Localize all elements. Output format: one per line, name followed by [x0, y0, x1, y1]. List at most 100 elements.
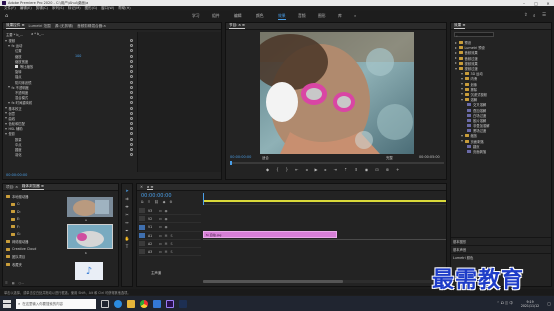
expand-triangle-icon[interactable] [461, 134, 463, 137]
track-header[interactable]: A1 ⊡ M S [139, 232, 201, 240]
mute-icon[interactable]: M [165, 250, 168, 254]
expand-triangle-icon[interactable] [8, 44, 10, 47]
program-timecode[interactable]: 00:00:00:00 [230, 155, 251, 159]
solo-icon[interactable]: S [170, 234, 172, 238]
program-scrubber[interactable] [230, 161, 444, 165]
reset-icon[interactable] [130, 49, 133, 53]
export-frame-icon[interactable]: ◉ [365, 167, 369, 172]
add-marker-timeline-icon[interactable]: ◆ [163, 200, 166, 204]
expand-triangle-icon[interactable] [461, 140, 463, 143]
workspace-libraries[interactable]: 库 [338, 13, 342, 19]
media-tree-item[interactable]: F: [5, 223, 55, 231]
go-to-in-icon[interactable]: ⇤ [295, 167, 298, 172]
reset-icon[interactable] [130, 127, 133, 131]
tray-icons[interactable]: ⌃ ☊ ◫ 中 [497, 301, 513, 306]
button-editor-icon[interactable]: + [396, 167, 399, 172]
expand-triangle-icon[interactable] [455, 57, 457, 60]
track-select-tool-icon[interactable]: ⇉ [124, 195, 130, 201]
tab-effects[interactable]: 效果 ≡ [454, 23, 466, 29]
workspace-more-icon[interactable]: » [354, 13, 356, 18]
step-back-icon[interactable]: ◂ [306, 167, 308, 172]
source-clip-label[interactable]: 主要 * b_... [6, 32, 23, 37]
track-target-toggle[interactable] [139, 216, 145, 221]
timeline-scrollbar[interactable] [203, 280, 446, 283]
lift-icon[interactable]: ⇡ [344, 167, 347, 172]
lock-icon[interactable]: ⊡ [159, 242, 162, 246]
lock-icon[interactable]: ⊡ [159, 234, 162, 238]
taskbar-search-input[interactable]: ⌕ 在这里输入你要搜索的内容 [16, 298, 96, 309]
minimize-button[interactable]: – [518, 1, 530, 6]
timeline-settings-icon[interactable]: ⚙ [169, 200, 172, 204]
reset-icon[interactable] [130, 59, 133, 63]
search-icon[interactable]: ⌕ [533, 13, 536, 19]
workspace-editing[interactable]: 编辑 [234, 13, 242, 19]
expand-triangle-icon[interactable] [455, 62, 457, 65]
program-fit-select[interactable]: 适合 [262, 155, 269, 160]
reset-icon[interactable] [130, 54, 133, 58]
media-thumbnail-3[interactable]: ♪ [75, 262, 103, 280]
tab-effect-controls[interactable]: 效果控件 ≡ [6, 23, 25, 29]
reset-icon[interactable] [130, 85, 133, 89]
expand-triangle-icon[interactable] [455, 41, 457, 44]
reset-icon[interactable] [130, 137, 133, 141]
mute-icon[interactable]: M [165, 242, 168, 246]
reset-icon[interactable] [130, 122, 133, 126]
tab-audio-mixer[interactable]: 音频剪辑混合器:a [77, 24, 106, 29]
media-encoder-icon[interactable] [179, 299, 187, 308]
type-tool-icon[interactable]: T [124, 243, 130, 249]
track-target-toggle[interactable] [139, 249, 145, 254]
sequence-clip-label[interactable]: a * b_... [31, 32, 44, 37]
compare-icon[interactable]: ⊡ [375, 167, 378, 172]
timeline-timecode[interactable]: 00:00:00:00 [141, 193, 172, 199]
reset-icon[interactable] [130, 132, 133, 136]
nest-icon[interactable]: ⧉ [141, 200, 144, 204]
slip-tool-icon[interactable]: ↔ [124, 219, 130, 225]
solo-icon[interactable]: S [170, 242, 172, 246]
track-target-toggle[interactable] [139, 208, 145, 213]
icon-view-icon[interactable]: ▦ [12, 281, 15, 285]
lock-icon[interactable]: ⊡ [159, 250, 162, 254]
tab-timeline[interactable]: a ≡ [147, 185, 154, 190]
taskbar-clock[interactable]: 9:19 2021/11/12 [518, 300, 542, 308]
expand-triangle-icon[interactable] [461, 98, 463, 101]
media-tree-item[interactable]: C: [5, 201, 55, 209]
maximize-button[interactable]: □ [530, 1, 542, 6]
go-to-out-icon[interactable]: ⇥ [334, 167, 337, 172]
program-resolution-select[interactable]: 完整 [386, 155, 393, 160]
track-area[interactable]: fx 自拍.jpg [203, 207, 446, 273]
reset-icon[interactable] [130, 75, 133, 79]
reset-icon[interactable] [130, 111, 133, 115]
tab-media-browser[interactable]: 媒体浏览器 ≡ [21, 184, 44, 190]
workspace-assembly[interactable]: 组件 [212, 13, 220, 19]
quick-export-icon[interactable]: ⇪ [524, 13, 528, 18]
timeline-ruler[interactable] [203, 193, 446, 205]
pen-tool-icon[interactable]: ✒ [124, 227, 130, 233]
tab-program[interactable]: 节目: a ≡ [229, 23, 245, 29]
reset-icon[interactable] [130, 70, 133, 74]
timeline-playhead[interactable] [203, 193, 204, 205]
workspace-audio[interactable]: 音频 [298, 13, 306, 19]
zoom-slider[interactable]: ○— [19, 281, 25, 285]
tab-source[interactable]: 源:(无剪辑) [55, 24, 73, 29]
checkbox[interactable] [15, 65, 18, 69]
expand-triangle-icon[interactable] [5, 122, 7, 125]
solo-icon[interactable]: S [170, 250, 172, 254]
windows-start-icon[interactable] [3, 299, 11, 308]
expand-triangle-icon[interactable] [461, 93, 463, 96]
expand-triangle-icon[interactable] [461, 88, 463, 91]
expand-triangle-icon[interactable] [5, 132, 7, 135]
reset-icon[interactable] [130, 142, 133, 146]
chrome-icon[interactable] [140, 299, 148, 308]
reset-icon[interactable] [130, 65, 133, 69]
expand-triangle-icon[interactable] [5, 107, 7, 110]
lock-icon[interactable]: ⊡ [159, 225, 162, 229]
expand-triangle-icon[interactable] [461, 83, 463, 86]
track-target-toggle[interactable] [139, 233, 145, 238]
expand-triangle-icon[interactable] [455, 46, 457, 49]
extract-icon[interactable]: ⇞ [354, 167, 357, 172]
media-tree-item[interactable]: E: [5, 216, 55, 224]
media-tree-item[interactable]: G: [5, 231, 55, 239]
premiere-taskbar-icon[interactable] [166, 299, 174, 308]
lock-icon[interactable]: ⊡ [159, 209, 162, 213]
reset-icon[interactable] [130, 148, 133, 152]
